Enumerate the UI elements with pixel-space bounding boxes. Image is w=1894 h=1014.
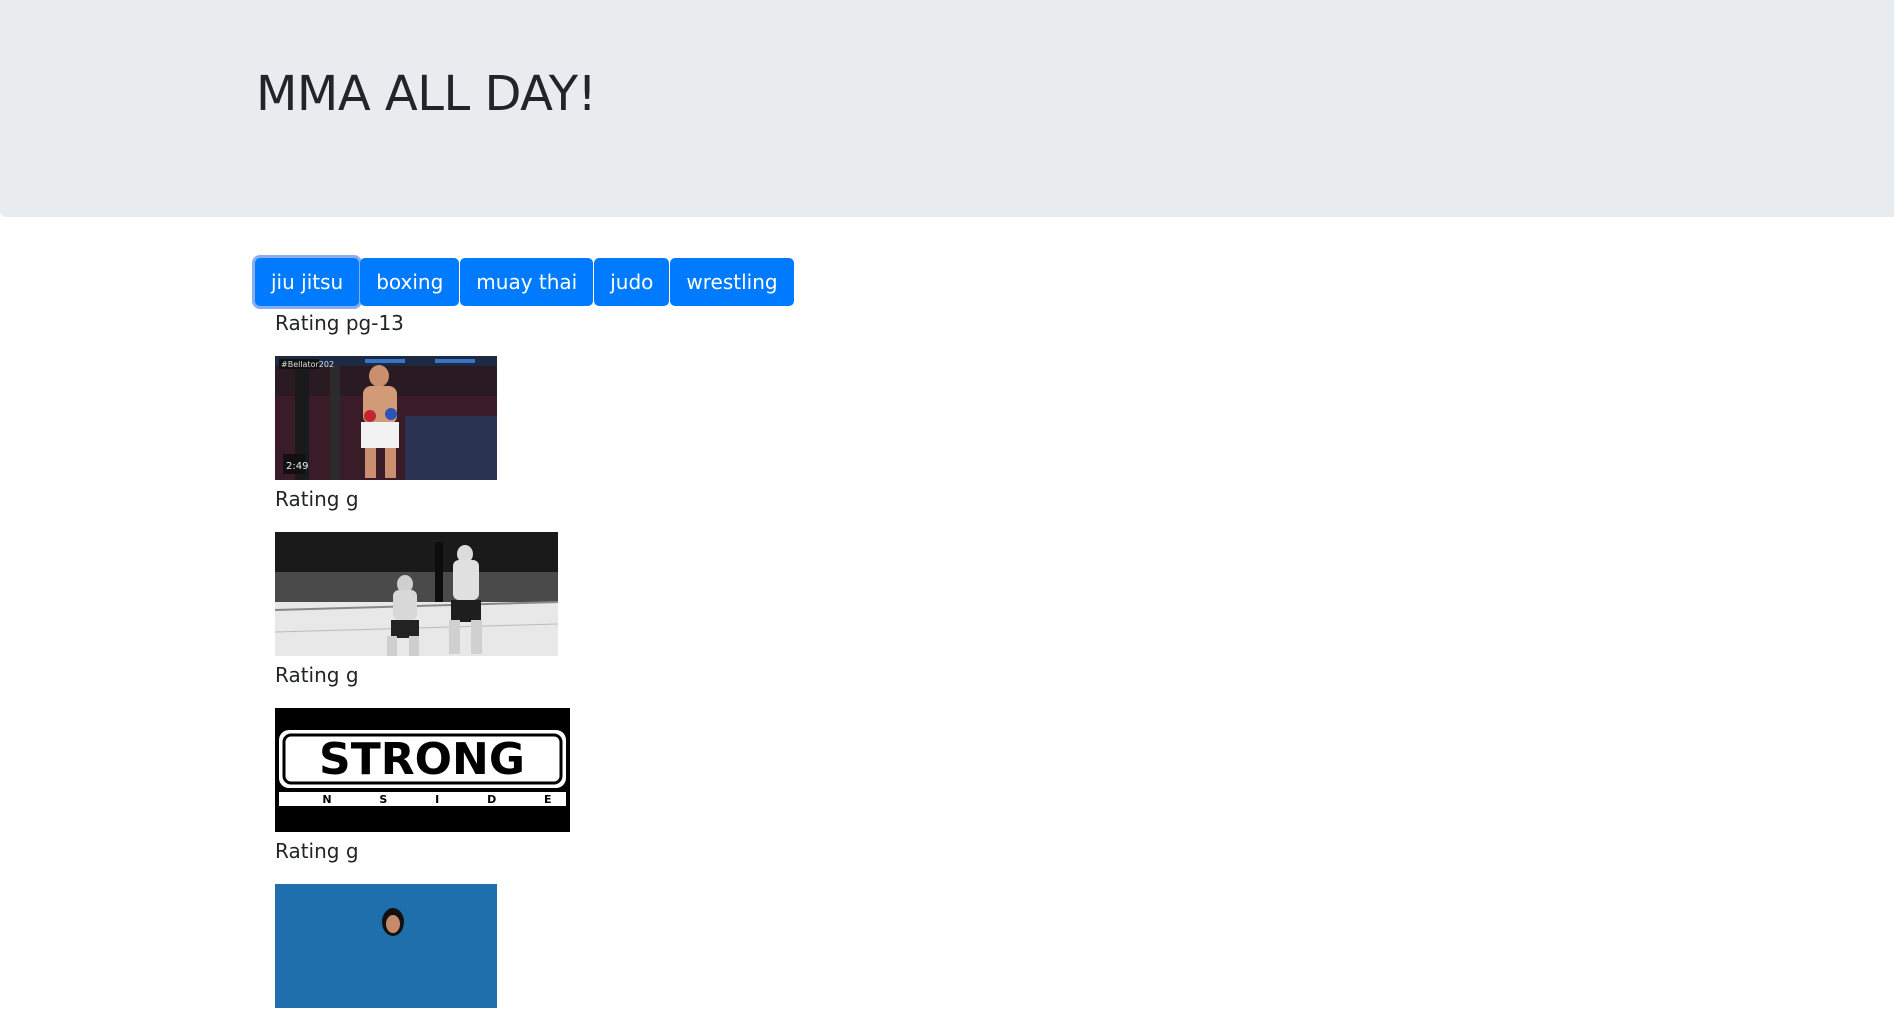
person-blue-background-gif <box>275 884 570 1008</box>
category-button-wrestling[interactable]: wrestling <box>670 258 794 306</box>
category-button-group: jiu jitsu boxing muay thai judo wrestlin… <box>255 258 795 306</box>
rating-label: Rating g <box>275 487 359 511</box>
svg-text:#Bellator202: #Bellator202 <box>281 360 334 369</box>
strong-logo-sub-text: I N S I D E <box>275 793 570 806</box>
category-button-muay-thai[interactable]: muay thai <box>460 258 594 306</box>
category-button-boxing[interactable]: boxing <box>360 258 460 306</box>
strong-inside-logo-gif: STRONG I N S I D E <box>275 708 570 832</box>
result-item: Rating g STRONG I N S I D E <box>275 662 570 832</box>
category-button-jiu-jitsu[interactable]: jiu jitsu <box>255 258 360 306</box>
result-item: Rating g <box>275 486 570 656</box>
rating-label: Rating pg-13 <box>275 311 404 335</box>
svg-text:2:49: 2:49 <box>286 461 308 472</box>
result-item: Rating pg-13 #Bellator202 2:49 <box>275 310 570 480</box>
gif-results-list: Rating pg-13 #Bellator202 2:49 Rating g … <box>275 310 570 1014</box>
rating-label: Rating g <box>275 839 359 863</box>
page-title: MMA ALL DAY! <box>256 66 597 122</box>
header-jumbotron: MMA ALL DAY! <box>0 0 1894 217</box>
strong-logo-main-text: STRONG <box>319 734 525 785</box>
rating-label: Rating g <box>275 663 359 687</box>
category-button-judo[interactable]: judo <box>594 258 670 306</box>
result-item: Rating g <box>275 838 570 1008</box>
fighters-boxing-bw-gif <box>275 532 570 656</box>
fighter-in-cage-gif: #Bellator202 2:49 <box>275 356 570 480</box>
